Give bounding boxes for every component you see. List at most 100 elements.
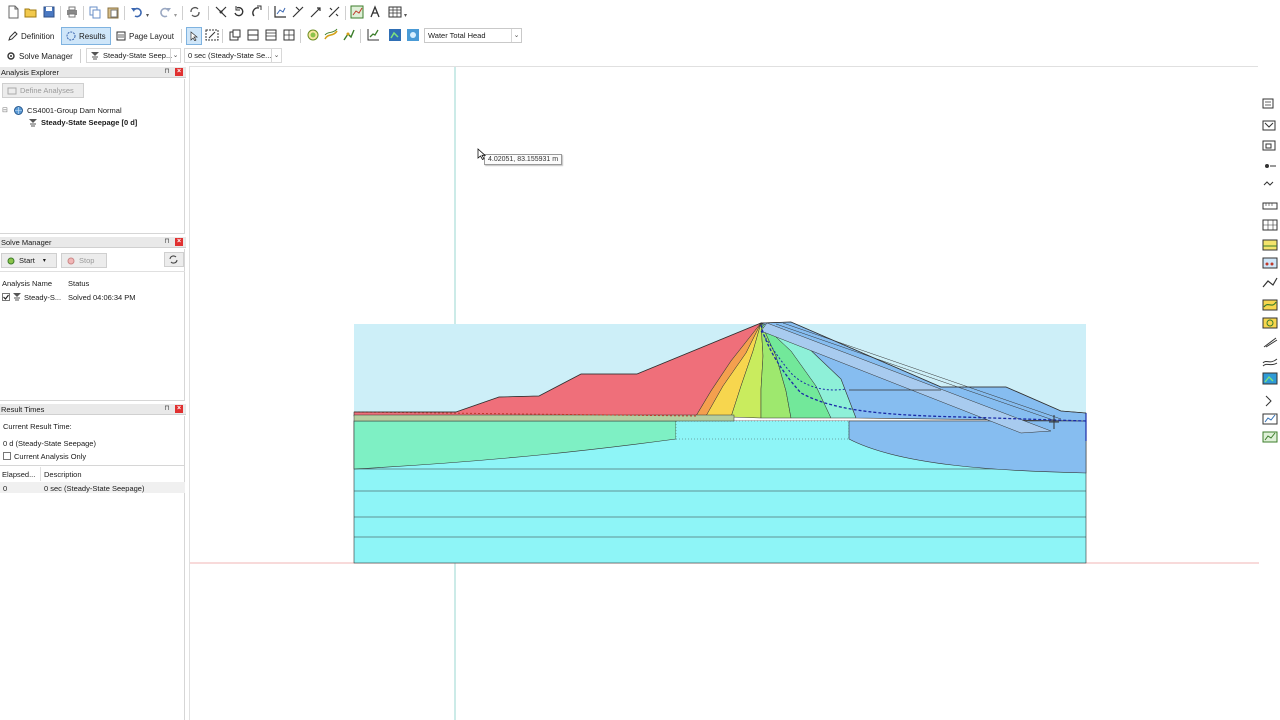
view-copy-icon[interactable] xyxy=(228,28,242,42)
solve-manager-button[interactable]: Solve Manager xyxy=(2,47,77,65)
globe-icon xyxy=(14,106,23,115)
seepage-icon xyxy=(13,293,21,301)
current-analysis-only-checkbox[interactable] xyxy=(3,452,11,460)
sketch-text-icon[interactable] xyxy=(368,5,382,19)
result-time-select[interactable]: 0 sec (Steady-State Se... ⌄ xyxy=(184,48,282,63)
isoline-icon[interactable] xyxy=(1262,353,1278,368)
analysis-explorer-panel: Define Analyses ⊟ CS4001-Group Dam Norma… xyxy=(0,79,185,234)
region-icon[interactable] xyxy=(1262,237,1278,252)
points-icon[interactable] xyxy=(1262,255,1278,270)
view-grid-icon[interactable] xyxy=(282,28,296,42)
analysis-checkbox[interactable] xyxy=(2,293,10,301)
solve-manager-panel: Start ▾ Stop Analysis Name Status Steady… xyxy=(0,249,185,401)
pin-icon[interactable]: ⊓ xyxy=(163,238,171,246)
view-table-icon[interactable] xyxy=(264,28,278,42)
seepage-icon xyxy=(91,52,99,60)
close-icon[interactable]: × xyxy=(175,68,183,76)
sketch-line-icon[interactable] xyxy=(291,5,305,19)
solve-row-name[interactable]: Steady-S... xyxy=(24,293,61,302)
print-icon[interactable] xyxy=(65,5,79,19)
close-icon[interactable]: × xyxy=(175,405,183,413)
pin-icon[interactable]: ⊓ xyxy=(163,68,171,76)
copy-icon[interactable] xyxy=(88,5,102,19)
drawing-viewport[interactable] xyxy=(189,66,1259,720)
stop-button[interactable]: Stop xyxy=(61,253,107,268)
definition-tab[interactable]: Definition xyxy=(4,27,58,45)
current-result-time-value: 0 d (Steady-State Seepage) xyxy=(3,439,96,448)
redo-dropdown-icon[interactable]: ▾ xyxy=(174,12,177,19)
solve-manager-title: Solve Manager xyxy=(1,238,52,247)
select-cursor-button[interactable] xyxy=(186,27,202,45)
flow-path-icon[interactable] xyxy=(1262,315,1278,330)
view-results-icon[interactable] xyxy=(406,28,420,42)
result-times-header: Result Times ⊓ × xyxy=(0,404,186,415)
table-icon[interactable] xyxy=(388,5,402,19)
chart-small-icon[interactable] xyxy=(1262,411,1278,426)
contour-icon[interactable] xyxy=(1262,297,1278,312)
vector-icon[interactable] xyxy=(1262,335,1278,350)
open-folder-icon[interactable] xyxy=(24,5,38,19)
page-layout-label: Page Layout xyxy=(129,31,174,41)
save-icon[interactable] xyxy=(42,5,56,19)
define-analyses-button[interactable]: Define Analyses xyxy=(2,83,84,98)
start-label: Start xyxy=(19,256,35,265)
results-tab[interactable]: Results xyxy=(61,27,111,45)
current-result-time-label: Current Result Time: xyxy=(3,422,72,431)
axes-icon[interactable] xyxy=(273,5,287,19)
refresh-icon[interactable] xyxy=(188,5,202,19)
mode-toolbar: Definition Results Page Layout Water Tot… xyxy=(0,26,1280,46)
select-vertex-icon[interactable] xyxy=(214,5,228,19)
sketch-dimension-icon[interactable] xyxy=(327,5,341,19)
view-split-icon[interactable] xyxy=(246,28,260,42)
boundary-icon[interactable] xyxy=(1262,137,1278,152)
ruler-icon[interactable] xyxy=(1262,197,1278,212)
flux-icon[interactable] xyxy=(1262,175,1278,190)
stop-label: Stop xyxy=(79,256,95,265)
close-icon[interactable]: × xyxy=(175,238,183,246)
result-time-elapsed: 0 xyxy=(3,484,8,493)
start-gear-icon xyxy=(7,257,15,264)
color-map-icon[interactable] xyxy=(1262,371,1278,386)
contour-parameter-select[interactable]: Water Total Head ⌄ xyxy=(424,28,522,43)
legend-icon[interactable] xyxy=(1262,95,1278,110)
column-header-description[interactable]: Description xyxy=(44,470,82,479)
column-header-analysis-name[interactable]: Analysis Name xyxy=(2,279,52,288)
chart-green-icon[interactable] xyxy=(1262,429,1278,444)
draw-contours-icon[interactable] xyxy=(306,28,320,42)
grid-icon[interactable] xyxy=(1262,217,1278,232)
undo-icon[interactable] xyxy=(130,5,144,19)
paste-icon[interactable] xyxy=(106,5,120,19)
redraw-icon[interactable] xyxy=(250,5,264,19)
analysis-select[interactable]: Steady-State Seep... ⌄ xyxy=(86,48,181,63)
sketch-arrow-icon[interactable] xyxy=(309,5,323,19)
redo-icon[interactable] xyxy=(158,5,172,19)
tree-collapse-icon[interactable]: ⊟ xyxy=(2,106,8,114)
tree-item-analysis[interactable]: Steady-State Seepage [0 d] xyxy=(41,118,137,127)
chevron-down-icon: ⌄ xyxy=(271,49,281,62)
new-file-icon[interactable] xyxy=(6,5,20,19)
column-header-status[interactable]: Status xyxy=(68,279,89,288)
start-dropdown-icon[interactable]: ▾ xyxy=(43,257,46,264)
tree-item-project[interactable]: CS4001-Group Dam Normal xyxy=(27,106,122,115)
start-button[interactable]: Start ▾ xyxy=(1,253,57,268)
zoom-objects-icon[interactable] xyxy=(205,28,219,42)
page-layout-tab[interactable]: Page Layout xyxy=(112,27,178,45)
table-dropdown-icon[interactable]: ▾ xyxy=(404,12,407,19)
probe-icon[interactable] xyxy=(1262,393,1278,408)
draw-flow-paths-icon[interactable] xyxy=(324,28,338,42)
graph-icon[interactable] xyxy=(350,5,364,19)
gear-icon xyxy=(7,52,15,60)
column-header-elapsed[interactable]: Elapsed... xyxy=(2,470,35,479)
contour-legend-icon[interactable] xyxy=(388,28,402,42)
material-icon[interactable] xyxy=(1262,117,1278,132)
drainage-blanket xyxy=(353,414,735,422)
undo-dropdown-icon[interactable]: ▾ xyxy=(146,12,149,19)
sketch-region-icon[interactable] xyxy=(1262,275,1278,290)
draw-graph-icon[interactable] xyxy=(366,28,380,42)
current-analysis-only-label[interactable]: Current Analysis Only xyxy=(14,452,86,461)
draw-vectors-icon[interactable] xyxy=(342,28,356,42)
pin-icon[interactable]: ⊓ xyxy=(163,405,171,413)
rotate-icon[interactable] xyxy=(232,5,246,19)
point-icon[interactable] xyxy=(1262,157,1278,172)
refresh-button[interactable] xyxy=(164,252,184,267)
